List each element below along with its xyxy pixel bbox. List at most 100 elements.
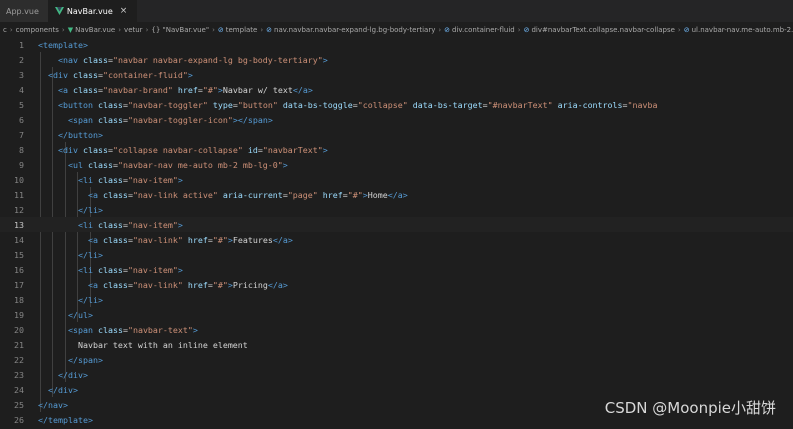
code-token: </template> bbox=[38, 414, 93, 425]
code-line[interactable]: 14 <a class="nav-link" href="#">Features… bbox=[0, 232, 793, 247]
code-token: "#" bbox=[347, 189, 363, 200]
code-line[interactable]: 2 <nav class="navbar navbar-expand-lg bg… bbox=[0, 52, 793, 67]
code-line[interactable]: 17 <a class="nav-link" href="#">Pricing<… bbox=[0, 277, 793, 292]
code-token: "button" bbox=[237, 99, 278, 110]
code-token: <span bbox=[67, 114, 98, 125]
line-number: 7 bbox=[19, 129, 24, 140]
code-line[interactable]: 6 <span class="navbar-toggler-icon"></sp… bbox=[0, 112, 793, 127]
code-token: > bbox=[177, 219, 183, 230]
line-number: 15 bbox=[14, 249, 24, 260]
code-line[interactable]: 21 Navbar text with an inline element bbox=[0, 337, 793, 352]
watermark: CSDN @Moonpie小甜饼 bbox=[604, 399, 776, 417]
code-text: <li class="nav-item"> bbox=[38, 265, 183, 275]
code-line[interactable]: 24 </div> bbox=[0, 382, 793, 397]
code-token: href bbox=[322, 189, 343, 200]
code-text: <a class="nav-link" href="#">Features</a… bbox=[38, 235, 293, 245]
code-line[interactable]: 10 <li class="nav-item"> bbox=[0, 172, 793, 187]
breadcrumb-item-vetur[interactable]: vetur bbox=[124, 26, 143, 34]
code-text: <span class="navbar-toggler-icon"></span… bbox=[38, 115, 273, 125]
code-token: href bbox=[187, 234, 208, 245]
code-token: <a bbox=[57, 84, 73, 95]
code-line[interactable]: 22 </span> bbox=[0, 352, 793, 367]
code-token: Features bbox=[232, 234, 273, 245]
code-line[interactable]: 18 </li> bbox=[0, 292, 793, 307]
code-token: "nav-link active" bbox=[132, 189, 218, 200]
code-line[interactable]: 20 <span class="navbar-text"> bbox=[0, 322, 793, 337]
breadcrumb-item-file[interactable]: ▼ NavBar.vue bbox=[68, 26, 116, 34]
code-text: </li> bbox=[38, 205, 103, 215]
tab-navbar-vue[interactable]: NavBar.vue × bbox=[48, 0, 138, 22]
code-line[interactable]: 19 </ul> bbox=[0, 307, 793, 322]
breadcrumb-item-collapse[interactable]: ⊘ div#navbarText.collapse.navbar-collapse bbox=[524, 26, 675, 34]
code-token: > bbox=[322, 144, 328, 155]
code-line[interactable]: 1 <template> bbox=[0, 37, 793, 52]
code-token: href bbox=[187, 279, 208, 290]
code-token: </ul> bbox=[67, 309, 93, 320]
code-editor[interactable]: 1 <template> 2 <nav class="navbar navbar-e… bbox=[0, 37, 793, 429]
code-token: "collapse" bbox=[357, 99, 408, 110]
code-token: Home bbox=[367, 189, 388, 200]
line-number: 8 bbox=[19, 144, 24, 155]
code-line[interactable]: 8 <div class="collapse navbar-collapse" … bbox=[0, 142, 793, 157]
line-number: 9 bbox=[19, 159, 24, 170]
code-token: <nav bbox=[57, 54, 83, 65]
code-text: <div class="container-fluid"> bbox=[38, 70, 193, 80]
code-token: Navbar w/ text bbox=[222, 84, 293, 95]
code-token: <li bbox=[77, 264, 98, 275]
code-token: class bbox=[97, 264, 123, 275]
code-token: class bbox=[97, 114, 123, 125]
code-line[interactable]: 4 <a class="navbar-brand" href="#">Navba… bbox=[0, 82, 793, 97]
breadcrumb-item-template[interactable]: ⊘ template bbox=[218, 26, 257, 34]
chevron-right-icon: › bbox=[145, 25, 149, 34]
code-text: <li class="nav-item"> bbox=[38, 175, 183, 185]
breadcrumb-item-container[interactable]: ⊘ div.container-fluid bbox=[444, 26, 515, 34]
tab-app-vue[interactable]: App.vue bbox=[0, 0, 49, 22]
code-token: "#" bbox=[212, 234, 228, 245]
code-line[interactable]: 16 <li class="nav-item"> bbox=[0, 262, 793, 277]
code-token: class bbox=[97, 174, 123, 185]
code-token: </li> bbox=[77, 204, 103, 215]
breadcrumb-item-ul[interactable]: ⊘ul.navbar-nav.me-auto.mb-2.mb-lg-0 bbox=[684, 26, 793, 34]
breadcrumb-item-components[interactable]: components bbox=[16, 26, 59, 34]
code-line[interactable]: 9 <ul class="navbar-nav me-auto mb-2 mb-… bbox=[0, 157, 793, 172]
code-token: "navbar-toggler-icon" bbox=[127, 114, 233, 125]
code-token: Pricing bbox=[232, 279, 268, 290]
code-text: <li class="nav-item"> bbox=[38, 220, 183, 230]
vue-icon: ▼ bbox=[67, 25, 74, 34]
code-token: </a> bbox=[292, 84, 313, 95]
element-icon: ⊘ bbox=[266, 25, 273, 34]
code-line[interactable]: 12 </li> bbox=[0, 202, 793, 217]
code-token: class bbox=[72, 69, 98, 80]
line-number: 12 bbox=[14, 204, 24, 215]
code-line[interactable]: 7 </button> bbox=[0, 127, 793, 142]
breadcrumb-item-module[interactable]: {} "NavBar.vue" bbox=[151, 26, 209, 34]
code-token: class bbox=[82, 54, 108, 65]
code-text: </template> bbox=[38, 415, 93, 425]
code-line[interactable]: 3 <div class="container-fluid"> bbox=[0, 67, 793, 82]
breadcrumb-item-nav[interactable]: ⊘ nav.navbar.navbar-expand-lg.bg-body-ter… bbox=[266, 26, 435, 34]
code-text: <template> bbox=[38, 40, 88, 50]
code-token: "#navbarText" bbox=[487, 99, 553, 110]
code-text: </ul> bbox=[38, 310, 93, 320]
code-token: data-bs-toggle bbox=[282, 99, 353, 110]
code-line[interactable]: 15 </li> bbox=[0, 247, 793, 262]
code-token: <ul bbox=[67, 159, 88, 170]
line-number: 2 bbox=[19, 54, 24, 65]
line-number: 19 bbox=[14, 309, 24, 320]
breadcrumb: c › components › ▼ NavBar.vue › vetur › {… bbox=[0, 22, 793, 37]
code-token: "collapse navbar-collapse" bbox=[112, 144, 243, 155]
code-token: aria-current bbox=[222, 189, 283, 200]
code-line[interactable]: 5 <button class="navbar-toggler" type="b… bbox=[0, 97, 793, 112]
code-token: </button> bbox=[57, 129, 103, 140]
code-token: "nav-link" bbox=[132, 234, 183, 245]
code-line[interactable]: 13 <li class="nav-item"> bbox=[0, 217, 793, 232]
code-line[interactable]: 11 <a class="nav-link active" aria-curre… bbox=[0, 187, 793, 202]
code-token: <li bbox=[77, 219, 98, 230]
close-icon[interactable]: × bbox=[120, 6, 128, 16]
element-icon: ⊘ bbox=[217, 25, 224, 34]
code-line[interactable]: 23 </div> bbox=[0, 367, 793, 382]
code-token: "navbar navbar-expand-lg bg-body-tertiar… bbox=[112, 54, 323, 65]
